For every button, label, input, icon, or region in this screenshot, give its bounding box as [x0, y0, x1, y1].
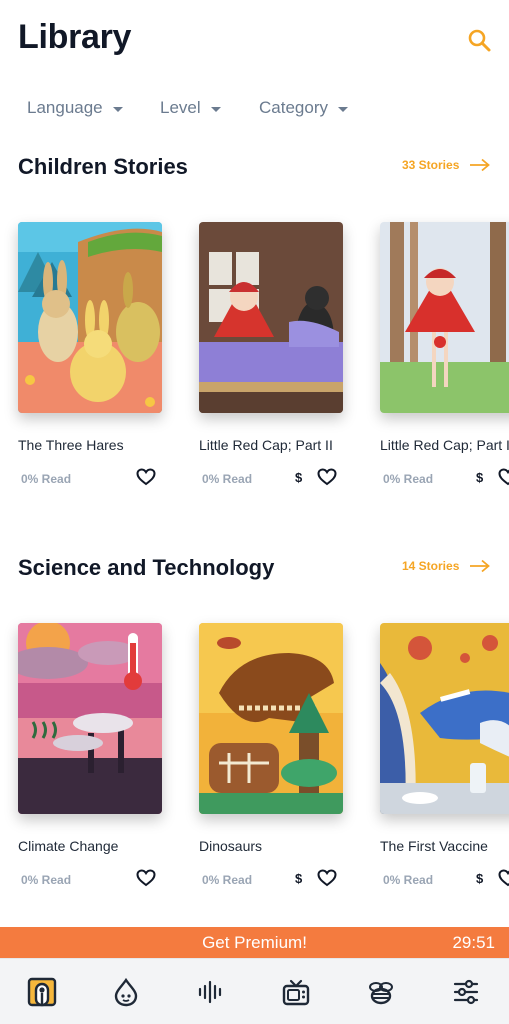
section-title-children-stories: Children Stories — [18, 154, 188, 179]
heart-icon[interactable] — [317, 869, 337, 887]
filter-language-label: Language — [27, 98, 103, 117]
arrow-right-icon — [470, 158, 491, 172]
heart-icon[interactable] — [136, 468, 156, 486]
filter-category-label: Category — [259, 98, 328, 117]
bottom-nav — [0, 958, 509, 1024]
read-progress: 0% Read — [383, 472, 434, 486]
chevron-down-icon — [337, 106, 348, 112]
premium-price-badge: $ — [476, 871, 484, 886]
book-cover[interactable] — [199, 222, 343, 413]
book-title: The Three Hares — [18, 437, 124, 453]
library-icon — [27, 977, 57, 1007]
book-cover-illustration — [18, 623, 162, 814]
see-all-science-technology[interactable]: 14 Stories — [402, 559, 491, 573]
read-progress: 0% Read — [383, 873, 434, 887]
nav-settings[interactable] — [449, 975, 483, 1009]
filter-language[interactable]: Language — [27, 92, 123, 124]
book-cover[interactable] — [199, 623, 343, 814]
chevron-down-icon — [112, 106, 123, 112]
heart-icon[interactable] — [498, 869, 509, 887]
book-cover-illustration — [380, 623, 509, 814]
book-title: The First Vaccine — [380, 838, 488, 854]
see-all-label: 14 Stories — [402, 559, 460, 573]
read-progress: 0% Read — [202, 472, 253, 486]
see-all-label: 33 Stories — [402, 158, 460, 172]
header: Library — [0, 0, 509, 80]
drop-icon — [114, 977, 138, 1007]
premium-price-badge: $ — [295, 470, 303, 485]
read-progress: 0% Read — [21, 472, 72, 486]
filter-category[interactable]: Category — [259, 92, 348, 124]
settings-sliders-icon — [453, 979, 479, 1005]
filter-bar: Language Level Category — [0, 92, 509, 124]
nav-bee[interactable] — [364, 975, 398, 1009]
chevron-down-icon — [210, 106, 221, 112]
book-title: Climate Change — [18, 838, 119, 854]
book-cover-illustration — [18, 222, 162, 413]
see-all-children-stories[interactable]: 33 Stories — [402, 158, 491, 172]
nav-audio[interactable] — [194, 975, 228, 1009]
heart-icon[interactable] — [498, 468, 509, 486]
book-title: Little Red Cap; Part II — [199, 437, 333, 453]
arrow-right-icon — [470, 559, 491, 573]
heart-icon[interactable] — [317, 468, 337, 486]
book-cover[interactable] — [18, 623, 162, 814]
page-title: Library — [18, 18, 132, 56]
get-premium-label: Get Premium! — [202, 933, 307, 952]
filter-level-label: Level — [160, 98, 201, 117]
book-title: Little Red Cap; Part I — [380, 437, 509, 453]
book-cover-illustration — [380, 222, 509, 413]
book-cover[interactable] — [380, 222, 509, 413]
audio-wave-icon — [198, 980, 222, 1004]
filter-level[interactable]: Level — [160, 92, 221, 124]
search-icon[interactable] — [466, 27, 494, 55]
premium-price-badge: $ — [295, 871, 303, 886]
read-progress: 0% Read — [21, 873, 72, 887]
nav-drop[interactable] — [109, 975, 143, 1009]
book-cover[interactable] — [18, 222, 162, 413]
read-progress: 0% Read — [202, 873, 253, 887]
bee-icon — [369, 982, 393, 1005]
book-cover[interactable] — [380, 623, 509, 814]
book-title: Dinosaurs — [199, 838, 263, 854]
get-premium-banner[interactable]: Get Premium! 29:51 — [0, 927, 509, 958]
premium-timer: 29:51 — [452, 933, 495, 952]
premium-price-badge: $ — [476, 470, 484, 485]
book-cover-illustration — [199, 222, 343, 413]
nav-library[interactable] — [25, 975, 59, 1009]
section-title-science-technology: Science and Technology — [18, 555, 275, 580]
tv-icon — [282, 979, 310, 1006]
heart-icon[interactable] — [136, 869, 156, 887]
nav-tv[interactable] — [279, 975, 313, 1009]
book-cover-illustration — [199, 623, 343, 814]
